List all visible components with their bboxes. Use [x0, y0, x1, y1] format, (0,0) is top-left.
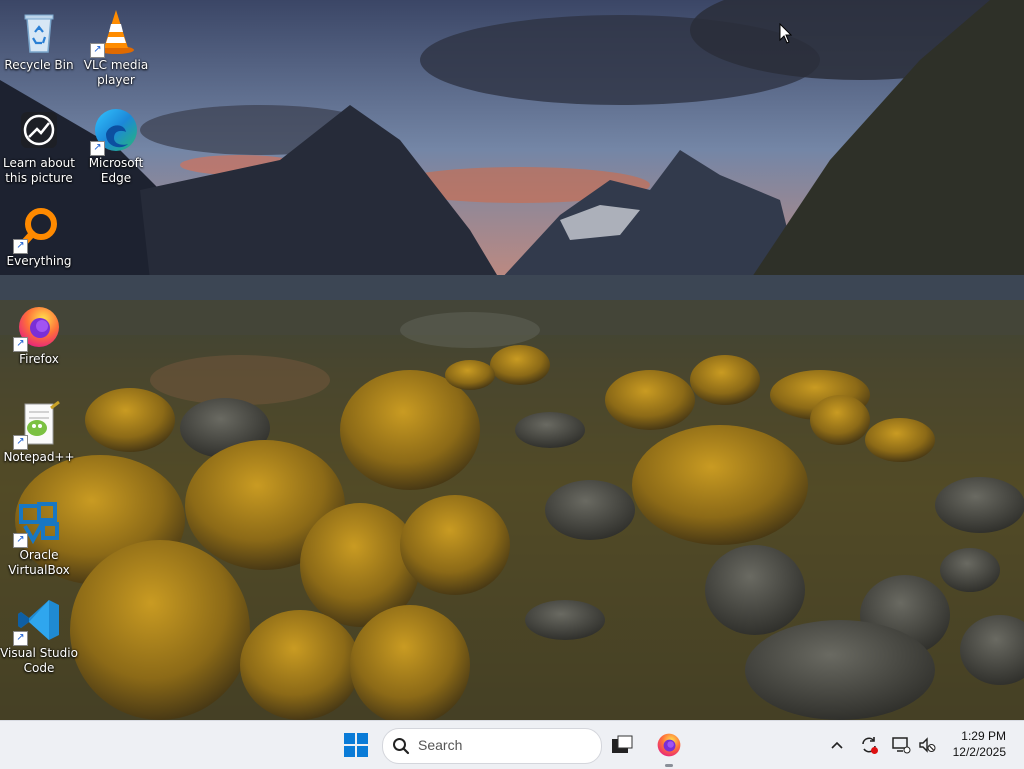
desktop-wallpaper: Recycle Bin ↗ VLC media player Learn abo… [0, 0, 1024, 720]
windows-logo-icon [344, 733, 368, 757]
mouse-cursor-icon [779, 23, 793, 44]
shortcut-arrow-icon: ↗ [13, 533, 28, 548]
taskbar-firefox-button[interactable] [652, 729, 686, 767]
desktop-icon-recycle-bin[interactable]: Recycle Bin [0, 8, 78, 73]
search-icon [393, 738, 410, 755]
shortcut-arrow-icon: ↗ [13, 631, 28, 646]
update-sync-icon [862, 737, 878, 754]
chevron-up-icon [831, 741, 843, 749]
vscode-icon: ↗ [13, 596, 63, 646]
edge-icon: ↗ [90, 106, 140, 156]
clock-time: 1:29 PM [961, 729, 1006, 743]
taskbar-search-box[interactable]: Search [382, 728, 602, 764]
desktop-icon-label: Visual Studio Code [0, 646, 78, 675]
desktop-icon-vscode[interactable]: ↗ Visual Studio Code [0, 596, 78, 676]
virtualbox-icon: ↗ [13, 498, 63, 548]
desktop-icon-firefox[interactable]: ↗ Firefox [0, 302, 78, 367]
shortcut-arrow-icon: ↗ [13, 337, 28, 352]
desktop-icon-learn-about-picture[interactable]: Learn about this picture [0, 106, 78, 186]
desktop-icon-label: Firefox [19, 352, 59, 366]
desktop-icon-label: Notepad++ [3, 450, 75, 464]
task-view-icon [612, 735, 633, 753]
everything-magnifier-icon: ↗ [13, 204, 63, 254]
shortcut-arrow-icon: ↗ [90, 43, 105, 58]
desktop-icon-label: Learn about this picture [3, 156, 75, 185]
desktop-icon-label: Everything [6, 254, 72, 268]
notepadpp-icon: ↗ [13, 400, 63, 450]
search-placeholder: Search [418, 737, 463, 753]
recycle-bin-icon [15, 8, 63, 56]
vlc-cone-icon: ↗ [90, 8, 140, 58]
desktop-icon-edge[interactable]: ↗ Microsoft Edge [77, 106, 155, 186]
show-hidden-icons-button[interactable] [826, 729, 848, 761]
shortcut-arrow-icon: ↗ [13, 239, 28, 254]
desktop-icon-label: Oracle VirtualBox [8, 548, 70, 577]
desktop-icon-label: VLC media player [83, 58, 149, 87]
network-icon [892, 737, 911, 754]
desktop-icon-everything[interactable]: ↗ Everything [0, 204, 78, 269]
firefox-icon [657, 733, 681, 757]
desktop-icon-virtualbox[interactable]: ↗ Oracle VirtualBox [0, 498, 78, 578]
desktop-icon-label: Microsoft Edge [88, 156, 144, 185]
desktop-icon-label: Recycle Bin [4, 58, 74, 72]
desktop-icon-vlc[interactable]: ↗ VLC media player [77, 8, 155, 88]
learn-picture-icon [15, 106, 63, 154]
task-view-button[interactable] [606, 729, 638, 761]
shortcut-arrow-icon: ↗ [90, 141, 105, 156]
taskbar-clock[interactable]: 1:29 PM 12/2/2025 [936, 728, 1006, 760]
network-volume-tray-button[interactable] [888, 729, 940, 761]
shortcut-arrow-icon: ↗ [13, 435, 28, 450]
running-indicator [665, 764, 673, 767]
volume-muted-icon [919, 737, 936, 753]
clock-date: 12/2/2025 [952, 745, 1006, 759]
update-tray-button[interactable] [856, 729, 882, 761]
desktop-icon-notepadpp[interactable]: ↗ Notepad++ [0, 400, 78, 465]
firefox-icon: ↗ [13, 302, 63, 352]
start-button[interactable] [340, 729, 372, 761]
taskbar: Search 1:29 PM 12/2/2025 [0, 720, 1024, 769]
